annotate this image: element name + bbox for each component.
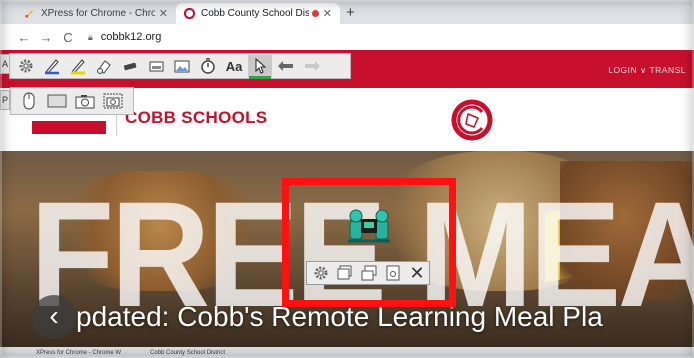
gear-icon[interactable] bbox=[14, 55, 38, 77]
lock-icon: 🔒︎ bbox=[88, 31, 93, 42]
tab-close-icon[interactable]: ✕ bbox=[323, 7, 332, 20]
text-icon[interactable]: Aa bbox=[222, 55, 246, 77]
camera-icon[interactable] bbox=[73, 90, 97, 112]
screenshot-icon[interactable] bbox=[101, 90, 125, 112]
tab-title: XPress for Chrome - Chrome W bbox=[41, 8, 155, 19]
forward-icon[interactable]: → bbox=[38, 30, 54, 45]
toolbar-row-label: P bbox=[0, 90, 10, 110]
xpress-capture-toolbar bbox=[10, 87, 134, 115]
undo-icon[interactable] bbox=[274, 55, 298, 77]
new-tab-button[interactable]: + bbox=[346, 4, 355, 21]
site-name[interactable]: COBB SCHOOLS bbox=[125, 108, 267, 128]
window-icon[interactable] bbox=[334, 263, 356, 283]
gear-icon[interactable] bbox=[310, 263, 332, 283]
cobb-logo-icon[interactable] bbox=[450, 98, 494, 142]
stamp-icon[interactable] bbox=[144, 55, 168, 77]
tab-title: Cobb County School District bbox=[201, 8, 309, 19]
timer-icon[interactable] bbox=[196, 55, 220, 77]
address-bar: ← → C 🔒︎ cobbk12.org bbox=[0, 24, 694, 50]
thumbnail-tab: Cobb County School District bbox=[150, 350, 226, 356]
screen-frame: XPress for Chrome - Chrome W ✕ Cobb Coun… bbox=[0, 0, 694, 358]
capture-toolbar: ✕ bbox=[306, 261, 430, 285]
mouse-icon[interactable] bbox=[17, 90, 41, 112]
window-copy-icon[interactable] bbox=[358, 263, 380, 283]
carousel-prev-button[interactable]: ‹ bbox=[32, 295, 76, 339]
highlighter-icon[interactable] bbox=[66, 55, 90, 77]
tab-cobb-county[interactable]: Cobb County School District ✕ bbox=[176, 3, 340, 24]
save-icon[interactable] bbox=[382, 263, 404, 283]
login-link[interactable]: LOGIN ∨ TRANSL bbox=[608, 65, 686, 76]
xpress-favicon-icon bbox=[25, 9, 34, 19]
xpress-mascot-icon[interactable] bbox=[344, 205, 394, 247]
eraser-icon[interactable] bbox=[92, 55, 116, 77]
recording-dot-icon bbox=[311, 10, 319, 17]
url-field[interactable]: cobbk12.org bbox=[101, 31, 162, 43]
menu-button[interactable] bbox=[32, 121, 106, 134]
thumbnail-tab-strip: XPress for Chrome - Chrome W Cobb County… bbox=[0, 347, 694, 358]
image-icon[interactable] bbox=[170, 55, 194, 77]
close-icon[interactable]: ✕ bbox=[406, 263, 428, 283]
marker-icon[interactable] bbox=[118, 55, 142, 77]
back-icon[interactable]: ← bbox=[16, 30, 32, 45]
tab-xpress[interactable]: XPress for Chrome - Chrome W ✕ bbox=[16, 3, 176, 24]
cobb-favicon-icon bbox=[184, 8, 195, 19]
redo-icon[interactable] bbox=[300, 55, 324, 77]
pointer-icon[interactable] bbox=[248, 55, 272, 79]
pen-blue-icon[interactable] bbox=[40, 55, 64, 77]
xpress-toolbar: Aa bbox=[9, 53, 351, 79]
reload-icon[interactable]: C bbox=[60, 30, 76, 45]
tab-close-icon[interactable]: ✕ bbox=[159, 7, 168, 20]
whiteboard-icon[interactable] bbox=[45, 90, 69, 112]
thumbnail-tab: XPress for Chrome - Chrome W bbox=[36, 350, 122, 356]
browser-tab-strip: XPress for Chrome - Chrome W ✕ Cobb Coun… bbox=[0, 0, 694, 24]
